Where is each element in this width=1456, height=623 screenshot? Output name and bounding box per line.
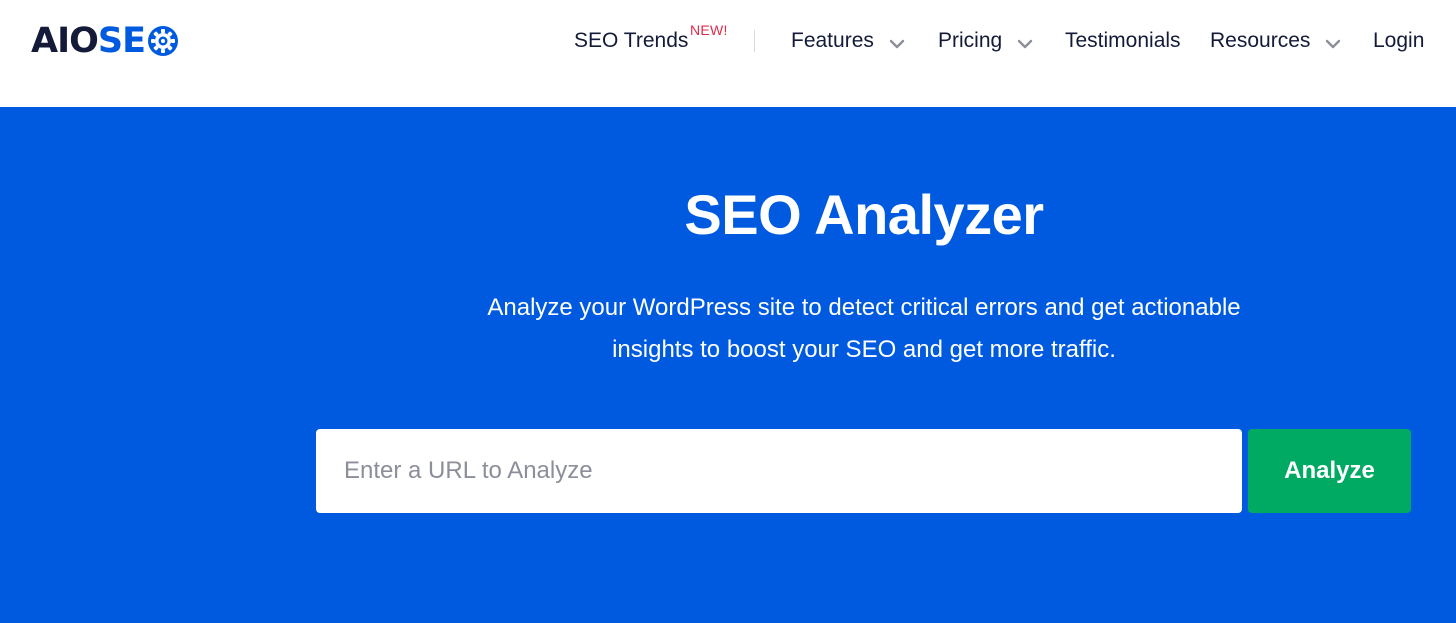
hero-subtitle: Analyze your WordPress site to detect cr…	[430, 287, 1298, 371]
analyze-button[interactable]: Analyze	[1248, 429, 1411, 513]
nav-divider	[754, 30, 755, 52]
site-header: AIO SE SEO Trends NEW! Features Pricing …	[0, 0, 1456, 107]
hero-subtitle-line2: insights to boost your SEO and get more …	[612, 336, 1116, 363]
nav-login[interactable]: Login	[1373, 28, 1424, 54]
nav-features-label: Features	[791, 29, 874, 52]
nav-seo-trends[interactable]: SEO Trends	[574, 28, 688, 54]
chevron-down-icon	[1018, 39, 1033, 49]
url-input[interactable]	[316, 429, 1242, 513]
hero-subtitle-line1: Analyze your WordPress site to detect cr…	[487, 294, 1241, 321]
nav-pricing[interactable]: Pricing	[938, 28, 1033, 54]
nav-features[interactable]: Features	[791, 28, 905, 54]
nav-seo-trends-label: SEO Trends	[574, 29, 689, 52]
nav-testimonials[interactable]: Testimonials	[1065, 28, 1181, 54]
chevron-down-icon	[1326, 39, 1341, 49]
nav-resources-label: Resources	[1210, 29, 1311, 52]
new-badge: NEW!	[690, 22, 728, 38]
main-nav: SEO Trends NEW! Features Pricing Testimo…	[0, 0, 1456, 80]
hero-section: SEO Analyzer Analyze your WordPress site…	[0, 107, 1456, 623]
nav-resources[interactable]: Resources	[1210, 28, 1341, 54]
page-title: SEO Analyzer	[684, 183, 1044, 246]
nav-login-label: Login	[1373, 29, 1425, 52]
chevron-down-icon	[889, 39, 905, 49]
nav-testimonials-label: Testimonials	[1065, 29, 1181, 52]
nav-pricing-label: Pricing	[938, 29, 1003, 52]
